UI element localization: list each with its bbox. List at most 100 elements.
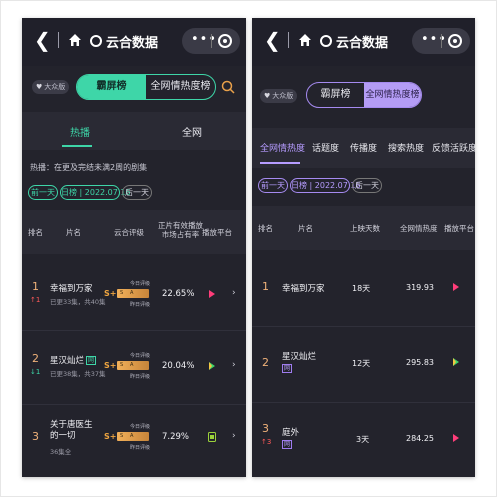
rank-number: 3 <box>32 430 39 443</box>
yesterday-rating-label: 昨日评级 <box>130 374 151 380</box>
heart-icon: ♥ <box>264 92 271 100</box>
heat-value: 319.93 <box>406 283 434 292</box>
today-rating-label: 今日评级 <box>130 424 151 430</box>
table-row[interactable]: 3 关于唐医生的一切 36集全 S+ 今日评级 SA 昨日评级 7.29% › <box>22 406 246 476</box>
rank-trend: ↓1 <box>30 368 41 376</box>
mango-tv-icon <box>453 283 459 291</box>
rank-number: 1 <box>262 280 269 293</box>
edition-badge[interactable]: ♥ 大众版 <box>260 89 298 103</box>
next-day-button[interactable]: 后一天 <box>122 185 152 200</box>
tab-bapinglist[interactable]: 霸屏榜 <box>77 75 146 99</box>
market-share: 20.04% <box>162 361 195 371</box>
left-screen: ❮ 云合数据 ••• ♥ 大众版 霸屏榜 全网情热度榜 热播 全网 热播：在更及完… <box>22 18 246 477</box>
edition-badge[interactable]: ♥ 大众版 <box>32 80 70 94</box>
table-header: 排名 片名 上映天数 全网情热度 播放平台 <box>252 206 475 250</box>
tab-all-network[interactable]: 全网 <box>182 124 202 139</box>
sub-tab-bar: 热播 全网 <box>22 112 246 150</box>
iqiyi-icon <box>208 432 216 442</box>
header-heat: 全网情热度 <box>400 224 438 233</box>
episode-info: 36集全 <box>50 448 72 456</box>
tab-heat-list[interactable]: 全网情热度榜 <box>146 75 215 99</box>
chevron-right-icon[interactable]: › <box>232 360 236 370</box>
prev-day-button[interactable]: 前一天 <box>258 178 288 193</box>
header-name: 片名 <box>298 224 313 233</box>
table-row[interactable]: 2 ↓1 星汉灿烂网 已更38集，共37集 S+ 今日评级 SA 昨日评级 20… <box>22 332 246 402</box>
mini-program-capsule: ••• <box>412 28 470 54</box>
rating-bar: SA <box>117 289 149 298</box>
rating-bar: SA <box>117 361 149 370</box>
list-note: 热播：在更及完结未满2周的剧集 <box>30 163 148 172</box>
yesterday-rating-label: 昨日评级 <box>130 302 151 308</box>
table-header: 排名 片名 云合评级 正片有效播放 市场占有率 播放平台 <box>22 210 246 254</box>
rank-number: 3 <box>262 422 269 435</box>
header-name: 片名 <box>66 228 81 237</box>
chevron-right-icon[interactable]: › <box>232 431 236 441</box>
mango-tv-icon <box>453 434 459 442</box>
header-share: 正片有效播放 市场占有率 <box>158 221 203 239</box>
back-icon[interactable]: ❮ <box>264 28 281 52</box>
table-row[interactable]: 1 ↑1 幸福到万家 已更33集，共40集 S+ 今日评级 SA 昨日评级 22… <box>22 258 246 328</box>
market-share: 22.65% <box>162 289 195 299</box>
tab-hot[interactable]: 热播 <box>70 124 90 139</box>
header-days: 上映天数 <box>350 224 380 233</box>
show-title: 星汉灿烂 <box>282 352 317 362</box>
rank-trend: ↑1 <box>30 296 41 304</box>
divider <box>288 32 289 48</box>
today-rating-label: 今日评级 <box>130 281 151 287</box>
show-title: 庭外 <box>282 428 300 438</box>
tab-overall-heat[interactable]: 全网情热度 <box>260 141 305 154</box>
header-platform: 播放平台 <box>444 224 474 233</box>
mango-tv-icon <box>209 290 215 298</box>
active-tab-underline <box>260 162 300 164</box>
date-selector[interactable]: 日榜 | 2022.07.16 <box>290 178 361 193</box>
close-mini-program-icon[interactable] <box>218 34 232 48</box>
rating-bar: SA <box>117 432 149 441</box>
days-on-air: 12天 <box>352 359 371 368</box>
search-icon[interactable] <box>220 79 236 95</box>
app-title: 云合数据 <box>106 36 159 51</box>
tab-heat-list[interactable]: 全网情热度榜 <box>364 83 421 107</box>
rank-number: 2 <box>262 356 269 369</box>
iqiyi-icon <box>453 358 459 366</box>
back-icon[interactable]: ❮ <box>34 28 51 52</box>
more-icon[interactable]: ••• <box>191 32 217 47</box>
table-row[interactable]: 2 星汉灿烂 网 12天 295.83 <box>252 328 475 400</box>
episode-info: 已更33集，共40集 <box>50 298 106 306</box>
iqiyi-icon <box>209 362 215 370</box>
tab-feedback[interactable]: 反馈活跃度 <box>432 141 475 154</box>
show-title: 星汉灿烂网 <box>50 356 97 366</box>
show-title: 幸福到万家 <box>282 284 325 294</box>
app-logo-icon <box>320 35 332 47</box>
tab-topic[interactable]: 话题度 <box>312 141 339 154</box>
mini-program-capsule: ••• <box>182 28 240 54</box>
divider <box>58 32 59 48</box>
market-share: 7.29% <box>162 432 190 442</box>
rank-number: 2 <box>32 352 39 365</box>
tab-bapinglist[interactable]: 霸屏榜 <box>307 83 364 107</box>
episode-info: 已更38集，共37集 <box>50 370 106 378</box>
date-selector[interactable]: 日榜 | 2022.07.16 <box>60 185 131 200</box>
heart-icon: ♥ <box>36 83 43 91</box>
top-bar: ❮ 云合数据 ••• <box>252 18 475 66</box>
close-mini-program-icon[interactable] <box>448 34 462 48</box>
active-tab-underline <box>62 145 92 147</box>
days-on-air: 18天 <box>352 284 371 293</box>
home-icon[interactable] <box>298 33 312 47</box>
next-day-button[interactable]: 后一天 <box>352 178 382 193</box>
chart-switch: 霸屏榜 全网情热度榜 <box>76 74 216 100</box>
heat-value: 295.83 <box>406 358 434 367</box>
header-rank: 排名 <box>28 228 43 237</box>
app-logo-icon <box>90 35 102 47</box>
show-title: 关于唐医生的一切 <box>50 420 93 441</box>
tab-search[interactable]: 搜索热度 <box>388 141 424 154</box>
table-row[interactable]: 3 ↑3 庭外 网 3天 284.25 <box>252 404 475 476</box>
rank-trend: ↑3 <box>261 438 272 446</box>
home-icon[interactable] <box>68 33 82 47</box>
prev-day-button[interactable]: 前一天 <box>28 185 58 200</box>
chevron-right-icon[interactable]: › <box>232 288 236 298</box>
tab-spread[interactable]: 传播度 <box>350 141 377 154</box>
network-tag: 网 <box>282 364 293 373</box>
days-on-air: 3天 <box>356 435 370 444</box>
more-icon[interactable]: ••• <box>421 32 447 47</box>
table-row[interactable]: 1 幸福到万家 18天 319.93 <box>252 254 475 324</box>
